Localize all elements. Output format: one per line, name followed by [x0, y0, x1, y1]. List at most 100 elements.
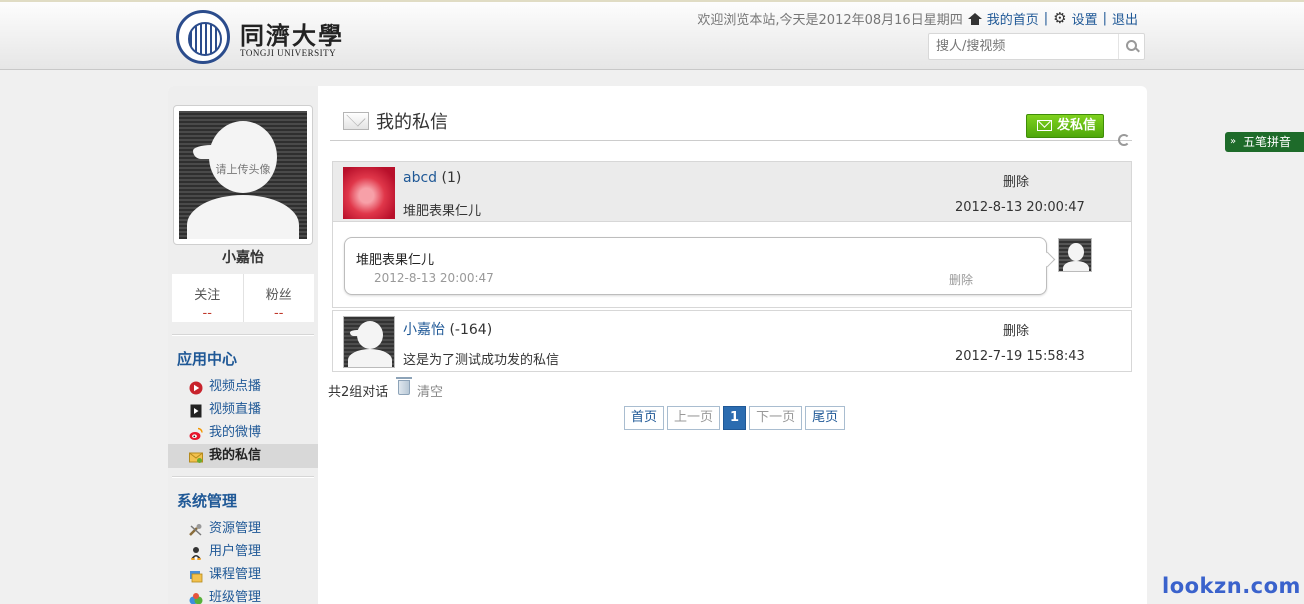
- chevron-down-icon: »: [1230, 136, 1237, 147]
- search-icon[interactable]: [1118, 34, 1144, 59]
- first-page-button[interactable]: 首页: [624, 406, 665, 430]
- watermark: lookzn.com: [1162, 574, 1301, 598]
- contact-avatar[interactable]: [343, 316, 395, 368]
- settings-link[interactable]: 设置: [1072, 9, 1098, 28]
- prev-page-button[interactable]: 上一页: [667, 406, 721, 430]
- clear-all-link[interactable]: 清空: [417, 381, 443, 400]
- tongji-logo[interactable]: 同濟大學 TONGJI UNIVERSITY: [176, 10, 342, 66]
- ime-mode-label: 五笔拼音: [1243, 135, 1292, 149]
- thread-timestamp: 2012-7-19 15:58:43: [955, 349, 1085, 364]
- welcome-text: 欢迎浏览本站,今天是2012年08月16日星期四: [697, 13, 963, 28]
- main-content: 我的私信 发私信 abcd (1) 堆肥表果仁儿 删除 2012-8-13 20…: [328, 86, 1138, 604]
- play-circle-icon: [189, 380, 203, 395]
- live-video-icon: [189, 403, 203, 418]
- nav-item-video-on-demand[interactable]: 视频点播: [168, 375, 318, 399]
- nav-item-my-messages[interactable]: 我的私信: [168, 444, 318, 468]
- nav-item-my-weibo[interactable]: 我的微博: [168, 421, 318, 445]
- envelope-icon: [1037, 120, 1052, 131]
- top-header: 同濟大學 TONGJI UNIVERSITY 欢迎浏览本站,今天是2012年08…: [0, 0, 1304, 70]
- home-icon: [967, 12, 982, 25]
- last-page-button[interactable]: 尾页: [805, 406, 846, 430]
- followers-stat[interactable]: 粉丝 --: [242, 274, 315, 322]
- class-icon: [189, 591, 203, 604]
- nav-item-label: 我的微博: [209, 425, 262, 440]
- thread-header[interactable]: 小嘉怡 (-164) 这是为了测试成功发的私信 删除 2012-7-19 15:…: [333, 311, 1131, 371]
- separator: |: [1043, 11, 1049, 26]
- delete-thread-button[interactable]: 删除: [1003, 171, 1029, 190]
- message-count: (-164): [449, 322, 493, 338]
- sidebar: 请上传头像 小嘉怡 关注 -- 粉丝 -- 应用中心 视频点播 视频直播 我的微…: [168, 86, 318, 604]
- contact-name-link[interactable]: 小嘉怡: [403, 322, 445, 338]
- send-message-label: 发私信: [1057, 118, 1097, 133]
- current-page[interactable]: 1: [723, 406, 747, 430]
- page-title-row: 我的私信 发私信: [330, 106, 1132, 141]
- trash-icon[interactable]: [396, 377, 412, 395]
- content-frame: 请上传头像 小嘉怡 关注 -- 粉丝 -- 应用中心 视频点播 视频直播 我的微…: [168, 86, 1147, 604]
- message-timestamp: 2012-8-13 20:00:47: [374, 271, 494, 285]
- contact-name-row: 小嘉怡 (-164): [403, 319, 492, 339]
- nav-item-label: 课程管理: [209, 567, 262, 582]
- divider: [172, 476, 314, 478]
- logo-english-name: TONGJI UNIVERSITY: [240, 48, 337, 58]
- message-bubble: 堆肥表果仁儿 2012-8-13 20:00:47 删除: [344, 237, 1047, 295]
- nav-item-live-video[interactable]: 视频直播: [168, 398, 318, 422]
- tools-icon: [189, 522, 203, 536]
- nav-item-label: 我的私信: [209, 448, 262, 463]
- thread-header[interactable]: abcd (1) 堆肥表果仁儿 删除 2012-8-13 20:00:47: [333, 162, 1131, 222]
- conversation-thread: abcd (1) 堆肥表果仁儿 删除 2012-8-13 20:00:47 堆肥…: [332, 161, 1132, 308]
- message-icon: [189, 449, 203, 463]
- profile-avatar[interactable]: 请上传头像: [173, 105, 313, 245]
- nav-item-resource-management[interactable]: 资源管理: [168, 517, 318, 541]
- gear-icon: ⚙: [1053, 9, 1067, 27]
- nav-item-label: 视频点播: [209, 379, 262, 394]
- conversation-count: 共2组对话: [328, 385, 389, 400]
- refresh-icon[interactable]: [1118, 134, 1130, 146]
- nav-item-user-management[interactable]: 用户管理: [168, 540, 318, 564]
- university-seal-icon: [176, 10, 230, 64]
- ime-toolbar[interactable]: » 五笔拼音: [1225, 132, 1304, 152]
- following-stat[interactable]: 关注 --: [172, 274, 243, 322]
- weibo-icon: [189, 426, 203, 440]
- search-input[interactable]: [929, 34, 1119, 59]
- avatar-placeholder-image: 请上传头像: [179, 111, 307, 239]
- nav-item-label: 视频直播: [209, 402, 262, 417]
- logout-link[interactable]: 退出: [1112, 9, 1138, 28]
- my-home-link[interactable]: 我的首页: [987, 9, 1039, 28]
- followers-count: --: [274, 306, 284, 321]
- username: 小嘉怡: [222, 250, 264, 266]
- envelope-icon: [343, 112, 369, 130]
- following-count: --: [202, 306, 212, 321]
- last-message-preview: 这是为了测试成功发的私信: [403, 353, 560, 368]
- following-label: 关注: [194, 288, 221, 303]
- page-title: 我的私信: [376, 112, 448, 133]
- nav-item-label: 班级管理: [209, 590, 262, 604]
- nav-item-label: 用户管理: [209, 544, 262, 559]
- delete-thread-button[interactable]: 删除: [1003, 320, 1029, 339]
- app-center-title: 应用中心: [177, 350, 238, 368]
- search-box: [928, 33, 1145, 60]
- nav-item-class-management[interactable]: 班级管理: [168, 586, 318, 604]
- user-icon: [189, 545, 203, 560]
- next-page-button[interactable]: 下一页: [749, 406, 803, 430]
- contact-avatar[interactable]: [343, 167, 395, 219]
- follow-stats: 关注 -- 粉丝 --: [172, 274, 314, 322]
- pagination: 首页 上一页 1 下一页 尾页: [624, 406, 846, 430]
- course-icon: [189, 568, 203, 583]
- system-management-title: 系统管理: [177, 492, 238, 510]
- delete-message-button[interactable]: 删除: [949, 271, 973, 288]
- followers-label: 粉丝: [265, 288, 292, 303]
- message-text: 堆肥表果仁儿: [356, 253, 435, 268]
- conversation-thread: 小嘉怡 (-164) 这是为了测试成功发的私信 删除 2012-7-19 15:…: [332, 310, 1132, 372]
- nav-item-label: 资源管理: [209, 521, 262, 536]
- send-message-button[interactable]: 发私信: [1026, 114, 1104, 138]
- nav-item-course-management[interactable]: 课程管理: [168, 563, 318, 587]
- last-message-preview: 堆肥表果仁儿: [403, 204, 482, 219]
- contact-name-link[interactable]: abcd: [403, 170, 437, 186]
- message-count: (1): [441, 170, 462, 186]
- sender-avatar[interactable]: [1058, 238, 1092, 272]
- logo-chinese-name: 同濟大學: [240, 21, 344, 50]
- header-links: 欢迎浏览本站,今天是2012年08月16日星期四 我的首页 | ⚙ 设置 | 退…: [697, 9, 1138, 29]
- avatar-upload-hint: 请上传头像: [215, 163, 271, 176]
- divider: [172, 334, 314, 336]
- thread-timestamp: 2012-8-13 20:00:47: [955, 200, 1085, 215]
